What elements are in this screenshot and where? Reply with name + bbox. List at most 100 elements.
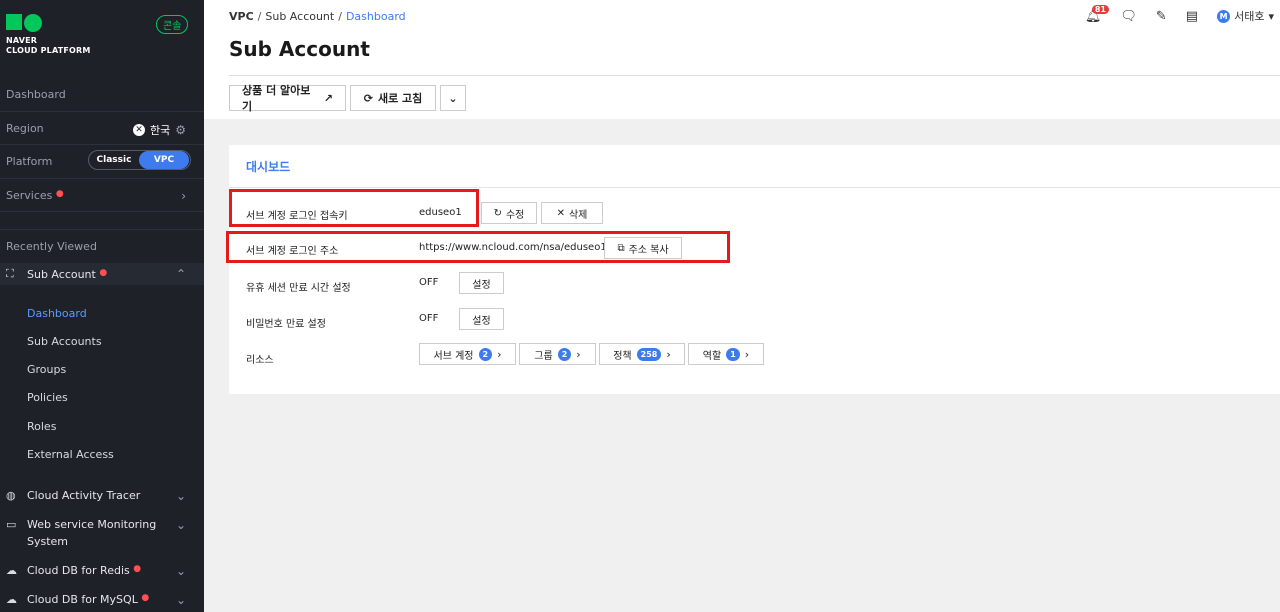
logo-line1: NAVER [6, 36, 38, 45]
menu-web-service-monitoring-label2: System [27, 535, 69, 548]
delete-label: 삭제 [568, 209, 588, 221]
idle-session-label: 유휴 세션 만료 시간 설정 [246, 283, 351, 294]
breadcrumb-dashboard[interactable]: Dashboard [346, 10, 406, 23]
chevron-down-icon: ⌄ [175, 489, 186, 503]
resource-role-button[interactable]: 역할 1 › [688, 343, 764, 365]
services-label: Services [6, 189, 53, 202]
activity-tracer-icon: ◍ [6, 489, 16, 502]
resources-label: 리소스 [246, 355, 274, 366]
chevron-right-icon: › [576, 347, 581, 361]
refresh-button[interactable]: ⟳ 새로 고침 [350, 85, 436, 111]
resource-label: 그룹 [534, 350, 553, 362]
memo-icon[interactable]: ✎ [1156, 9, 1167, 24]
menu-sub-account[interactable]: ⛶ Sub Account ● ⌃ [0, 263, 204, 285]
count-badge: 258 [636, 347, 662, 361]
count-badge: 2 [557, 347, 572, 361]
resource-group-button[interactable]: 그룹 2 › [519, 343, 596, 365]
cloud-db-icon: ☁ [6, 593, 17, 606]
page-title: Sub Account [229, 37, 370, 61]
region-value: 한국 [149, 124, 171, 137]
new-dot-icon: ● [141, 593, 150, 603]
chevron-right-icon: › [181, 189, 186, 203]
notification-count: 81 [1091, 4, 1109, 14]
gear-icon[interactable]: ⚙ [175, 123, 186, 137]
external-link-icon: ↗ [323, 91, 333, 105]
delete-button[interactable]: ✕ 삭제 [541, 202, 603, 224]
chat-icon[interactable]: 🗨︎ [1120, 9, 1137, 24]
caret-down-icon: ▾ [1268, 9, 1274, 23]
chevron-right-icon: › [666, 347, 671, 361]
menu-web-service-monitoring-label: Web service Monitoring [27, 518, 157, 531]
toolbar: 상품 더 알아보기 ↗ ⟳ 새로 고침 ⌄ [229, 84, 466, 113]
platform-option-classic[interactable]: Classic [89, 155, 139, 165]
resource-label: 서브 계정 [433, 350, 474, 362]
new-dot-icon: ● [55, 189, 64, 199]
idle-session-setting-button[interactable]: 설정 [459, 272, 504, 294]
chevron-down-icon: ⌄ [175, 593, 186, 607]
sub-item-roles[interactable]: Roles [27, 420, 56, 433]
user-menu[interactable]: M 서태호 ▾ [1217, 8, 1274, 24]
top-utility-bar: 🔔︎ 81 🗨︎ ✎ ▤ M 서태호 ▾ [1085, 4, 1274, 24]
menu-sub-account-label: Sub Account [27, 268, 96, 281]
new-dot-icon: ● [99, 268, 108, 278]
chevron-up-icon: ⌃ [175, 267, 186, 281]
logo-mark-icon [6, 14, 91, 32]
password-expiry-label: 비밀번호 만료 설정 [246, 319, 326, 330]
sub-item-policies[interactable]: Policies [27, 391, 68, 404]
sidebar: NAVER CLOUD PLATFORM 콘솔 Dashboard Region… [0, 0, 204, 612]
user-name: 서태호 [1234, 10, 1265, 23]
resource-policy-button[interactable]: 정책 258 › [599, 343, 685, 365]
rotate-icon: ↻ [493, 207, 502, 219]
edit-label: 수정 [505, 209, 525, 221]
recently-viewed-label: Recently Viewed [6, 240, 97, 253]
naver-cloud-logo[interactable]: NAVER CLOUD PLATFORM [6, 14, 91, 56]
close-icon: ✕ [556, 207, 565, 219]
annotation-box-login-key [229, 189, 479, 227]
breadcrumb-sub-account[interactable]: Sub Account [265, 10, 334, 23]
korea-flag-icon: ✕ [132, 124, 145, 136]
avatar: M [1217, 9, 1231, 23]
monitor-icon: ▭ [6, 518, 17, 531]
learn-more-button[interactable]: 상품 더 알아보기 ↗ [229, 84, 346, 113]
annotation-box-login-url [226, 231, 730, 263]
sub-item-external-access[interactable]: External Access [27, 448, 114, 461]
cloud-db-icon: ☁ [6, 564, 17, 577]
edit-button[interactable]: ↻ 수정 [481, 202, 537, 224]
menu-cloud-db-redis-label: Cloud DB for Redis [27, 564, 130, 577]
menu-cloud-activity-tracer-label: Cloud Activity Tracer [27, 489, 141, 502]
count-badge: 1 [726, 347, 740, 361]
count-badge: 2 [478, 347, 493, 361]
resource-sub-account-button[interactable]: 서브 계정 2 › [419, 343, 516, 365]
sub-item-sub-accounts[interactable]: Sub Accounts [27, 335, 102, 348]
chevron-down-icon: ⌄ [175, 564, 186, 578]
platform-toggle[interactable]: Classic VPC [88, 150, 191, 170]
new-dot-icon: ● [133, 564, 142, 574]
sub-account-icon: ⛶ [6, 267, 14, 280]
refresh-icon: ⟳ [363, 91, 373, 105]
menu-cloud-db-mysql-label: Cloud DB for MySQL [27, 593, 138, 606]
resource-label: 역할 [702, 350, 722, 362]
sub-item-dashboard[interactable]: Dashboard [27, 307, 87, 320]
console-badge[interactable]: 콘솔 [156, 15, 189, 34]
sidebar-dashboard-label: Dashboard [6, 88, 66, 101]
main-content: VPC / Sub Account / Dashboard Sub Account 🔔︎… [204, 0, 1280, 612]
more-dropdown-button[interactable]: ⌄ [440, 85, 466, 111]
refresh-label: 새로 고침 [377, 92, 423, 105]
password-expiry-value: OFF [419, 313, 439, 324]
book-icon[interactable]: ▤ [1186, 9, 1198, 24]
breadcrumb-vpc[interactable]: VPC [229, 10, 254, 23]
password-expiry-setting-button[interactable]: 설정 [459, 308, 504, 330]
sub-item-groups[interactable]: Groups [27, 363, 66, 376]
learn-more-label: 상품 더 알아보기 [242, 84, 311, 113]
resource-label: 정책 [613, 350, 632, 362]
region-label: Region [6, 122, 44, 135]
chevron-right-icon: › [744, 347, 750, 361]
breadcrumb: VPC / Sub Account / Dashboard [229, 10, 406, 23]
dashboard-card: 대시보드 서브 계정 로그인 접속키 eduseo1 ↻ 수정 ✕ 삭제 서브 계정… [229, 145, 1280, 394]
chevron-down-icon: ⌄ [448, 91, 458, 105]
notification-bell[interactable]: 🔔︎ 81 [1085, 4, 1109, 24]
logo-line2: CLOUD PLATFORM [6, 46, 91, 55]
platform-option-vpc[interactable]: VPC [139, 151, 189, 169]
platform-label: Platform [6, 155, 53, 168]
chevron-right-icon: › [497, 347, 502, 361]
